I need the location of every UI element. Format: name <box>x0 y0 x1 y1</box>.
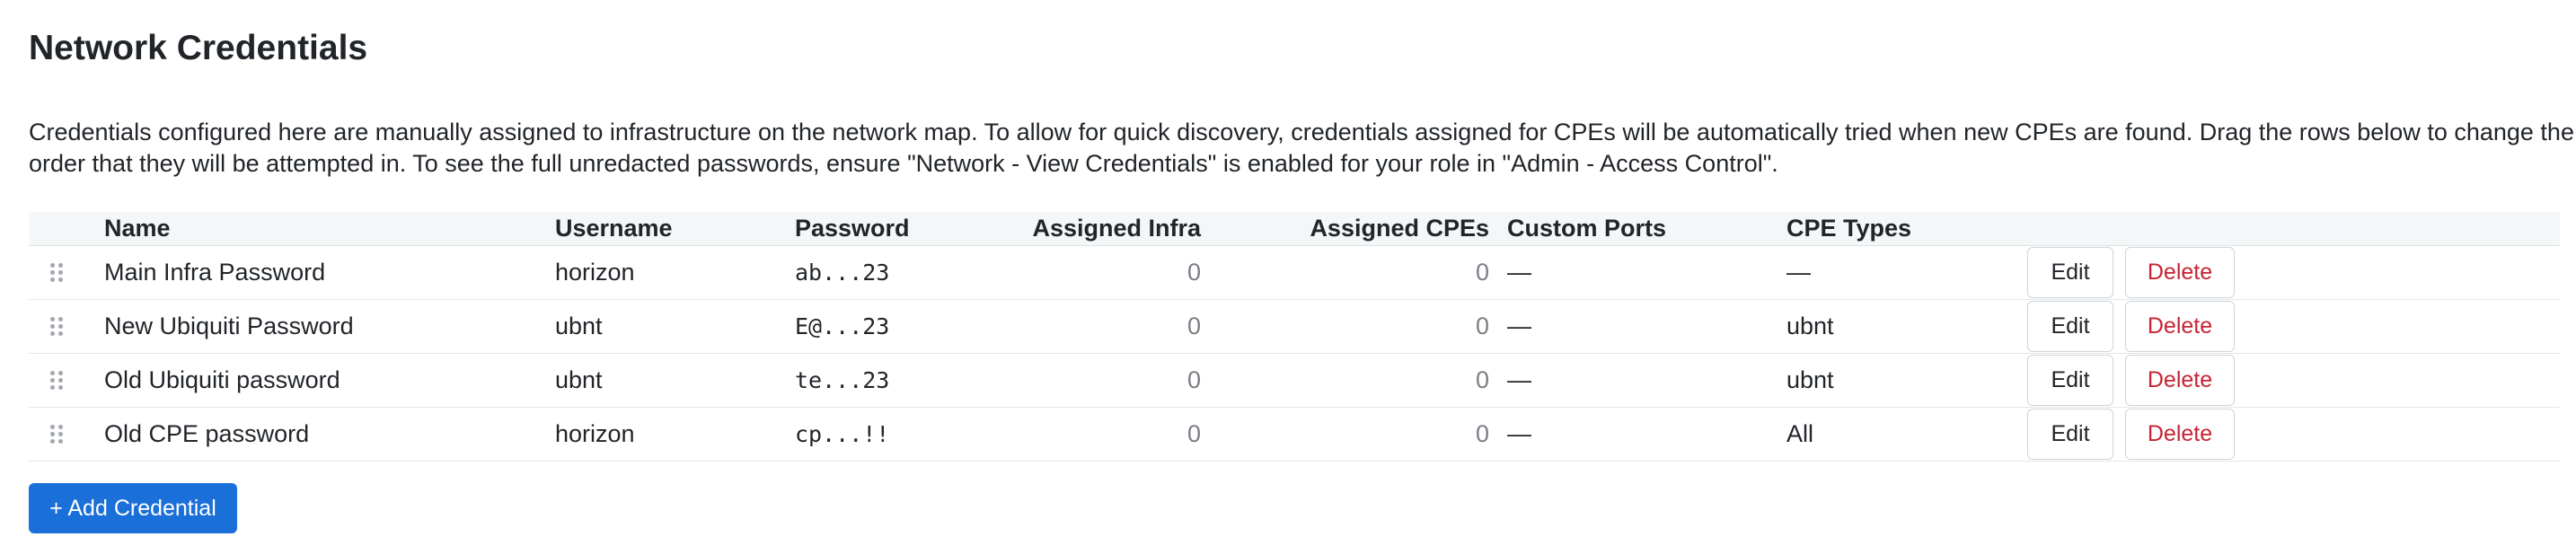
credential-username: ubnt <box>555 313 603 339</box>
credential-username: ubnt <box>555 366 603 393</box>
assigned-infra-count: 0 <box>1187 366 1201 393</box>
delete-button[interactable]: Delete <box>2125 355 2235 406</box>
table-row[interactable]: Main Infra Password horizon ab...23 0 0 … <box>29 246 2560 300</box>
drag-handle-icon[interactable] <box>29 371 104 390</box>
credential-password: cp...!! <box>795 421 890 447</box>
edit-button[interactable]: Edit <box>2027 355 2113 406</box>
credentials-table: Name Username Password Assigned Infra As… <box>29 212 2560 462</box>
custom-ports-value: — <box>1507 366 1531 393</box>
assigned-infra-count: 0 <box>1187 313 1201 339</box>
header-assigned-infra: Assigned Infra <box>1032 215 1201 242</box>
credential-name: New Ubiquiti Password <box>104 313 354 339</box>
header-username: Username <box>555 215 673 242</box>
header-password: Password <box>795 215 910 242</box>
table-row[interactable]: Old CPE password horizon cp...!! 0 0 — A… <box>29 408 2560 462</box>
credential-name: Main Infra Password <box>104 259 326 286</box>
row-actions: Edit Delete <box>2027 247 2235 298</box>
credentials-page: Network Credentials Credentials configur… <box>0 0 2576 533</box>
edit-button[interactable]: Edit <box>2027 247 2113 298</box>
credential-password: ab...23 <box>795 260 890 286</box>
drag-handle-icon[interactable] <box>29 425 104 444</box>
page-title: Network Credentials <box>29 29 368 67</box>
header-assigned-cpes: Assigned CPEs <box>1310 215 1489 242</box>
custom-ports-value: — <box>1507 259 1531 286</box>
add-credential-button[interactable]: + Add Credential <box>29 483 237 533</box>
row-actions: Edit Delete <box>2027 409 2235 460</box>
assigned-infra-count: 0 <box>1187 420 1201 447</box>
credential-password: E@...23 <box>795 313 890 339</box>
page-description: Credentials configured here are manually… <box>29 119 2574 177</box>
custom-ports-value: — <box>1507 313 1531 339</box>
assigned-cpes-count: 0 <box>1475 313 1489 339</box>
assigned-infra-count: 0 <box>1187 259 1201 286</box>
drag-handle-icon[interactable] <box>29 317 104 336</box>
row-actions: Edit Delete <box>2027 301 2235 352</box>
header-custom-ports: Custom Ports <box>1507 215 1667 242</box>
credential-name: Old Ubiquiti password <box>104 366 340 393</box>
assigned-cpes-count: 0 <box>1475 366 1489 393</box>
table-row[interactable]: New Ubiquiti Password ubnt E@...23 0 0 —… <box>29 300 2560 354</box>
table-row[interactable]: Old Ubiquiti password ubnt te...23 0 0 —… <box>29 354 2560 408</box>
header-name: Name <box>104 215 171 242</box>
row-actions: Edit Delete <box>2027 355 2235 406</box>
assigned-cpes-count: 0 <box>1475 259 1489 286</box>
cpe-types-value: ubnt <box>1786 366 1834 393</box>
cpe-types-value: ubnt <box>1786 313 1834 339</box>
table-header-row: Name Username Password Assigned Infra As… <box>29 212 2560 246</box>
cpe-types-value: — <box>1786 259 1811 286</box>
delete-button[interactable]: Delete <box>2125 247 2235 298</box>
delete-button[interactable]: Delete <box>2125 301 2235 352</box>
edit-button[interactable]: Edit <box>2027 301 2113 352</box>
delete-button[interactable]: Delete <box>2125 409 2235 460</box>
header-cpe-types: CPE Types <box>1786 215 1912 242</box>
credential-name: Old CPE password <box>104 420 310 447</box>
credential-password: te...23 <box>795 367 890 393</box>
custom-ports-value: — <box>1507 420 1531 447</box>
cpe-types-value: All <box>1786 420 1814 447</box>
credential-username: horizon <box>555 420 635 447</box>
drag-handle-icon[interactable] <box>29 263 104 282</box>
credential-username: horizon <box>555 259 635 286</box>
edit-button[interactable]: Edit <box>2027 409 2113 460</box>
assigned-cpes-count: 0 <box>1475 420 1489 447</box>
